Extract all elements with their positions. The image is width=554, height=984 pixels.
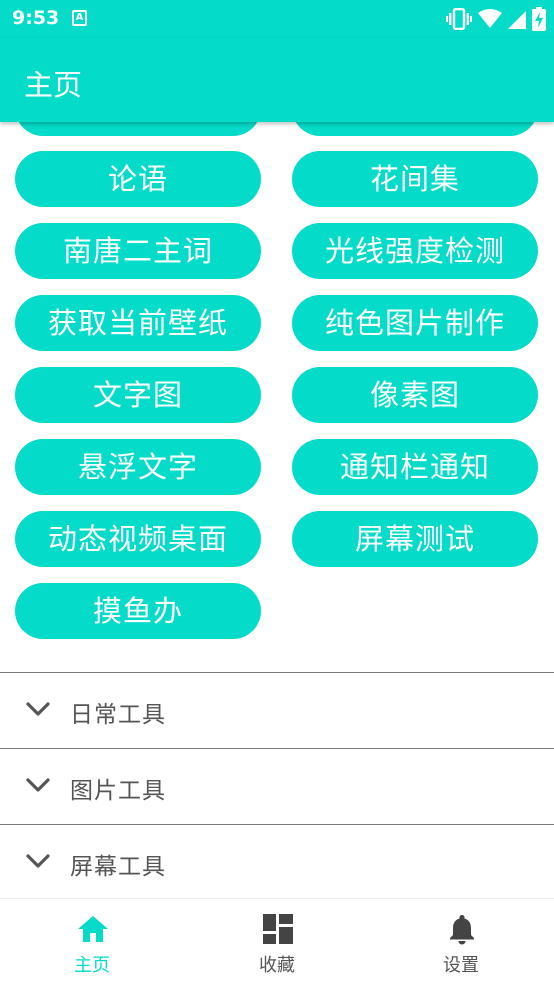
main-content[interactable]: 论语 花间集 南唐二主词 光线强度检测 获取当前壁纸 纯色图片制作 文字图 像素… <box>0 122 554 898</box>
tool-button[interactable]: 花间集 <box>292 151 538 207</box>
tool-button[interactable]: 摸鱼办 <box>15 583 261 639</box>
tool-button[interactable]: 像素图 <box>292 367 538 423</box>
section-image-tools[interactable]: 图片工具 <box>0 748 554 824</box>
home-icon <box>78 916 108 942</box>
tool-button[interactable]: 悬浮文字 <box>15 439 261 495</box>
tool-button[interactable]: 通知栏通知 <box>292 439 538 495</box>
wifi-icon <box>478 9 502 28</box>
bell-icon <box>450 915 474 945</box>
battery-charging-icon <box>532 7 546 31</box>
section-label: 屏幕工具 <box>70 854 166 880</box>
tool-button[interactable]: 动态视频桌面 <box>15 511 261 567</box>
page-title: 主页 <box>24 68 83 102</box>
app-bar: 主页 <box>0 38 554 122</box>
status-bar: 9:53 A <box>0 0 554 38</box>
tool-button[interactable]: 南唐二主词 <box>15 223 261 279</box>
chevron-down-icon <box>26 778 50 792</box>
status-icons <box>446 6 546 32</box>
nav-label: 设置 <box>443 955 479 976</box>
chevron-down-icon <box>26 702 50 716</box>
tool-button-partial[interactable] <box>15 122 261 136</box>
nav-item-home[interactable]: 主页 <box>0 899 184 984</box>
nav-item-settings[interactable]: 设置 <box>369 899 553 984</box>
tool-button[interactable]: 屏幕测试 <box>292 511 538 567</box>
section-screen-tools[interactable]: 屏幕工具 <box>0 824 554 898</box>
nav-item-favorites[interactable]: 收藏 <box>185 899 369 984</box>
nav-label: 主页 <box>74 955 110 976</box>
tool-button[interactable]: 论语 <box>15 151 261 207</box>
tool-button[interactable]: 获取当前壁纸 <box>15 295 261 351</box>
chevron-down-icon <box>26 854 50 868</box>
tool-button[interactable]: 纯色图片制作 <box>292 295 538 351</box>
dashboard-icon <box>263 914 293 944</box>
cell-signal-icon <box>508 11 526 29</box>
vibrate-icon <box>446 8 472 30</box>
tool-button[interactable]: 文字图 <box>15 367 261 423</box>
section-daily-tools[interactable]: 日常工具 <box>0 672 554 748</box>
nav-label: 收藏 <box>259 955 295 976</box>
notification-a-icon: A <box>72 10 87 26</box>
bottom-navigation: 主页 收藏 设置 <box>0 898 554 984</box>
section-label: 图片工具 <box>70 778 166 804</box>
tool-button[interactable]: 光线强度检测 <box>292 223 538 279</box>
status-time: 9:53 <box>12 7 60 29</box>
section-label: 日常工具 <box>70 702 166 728</box>
tool-button-partial[interactable] <box>292 122 538 136</box>
